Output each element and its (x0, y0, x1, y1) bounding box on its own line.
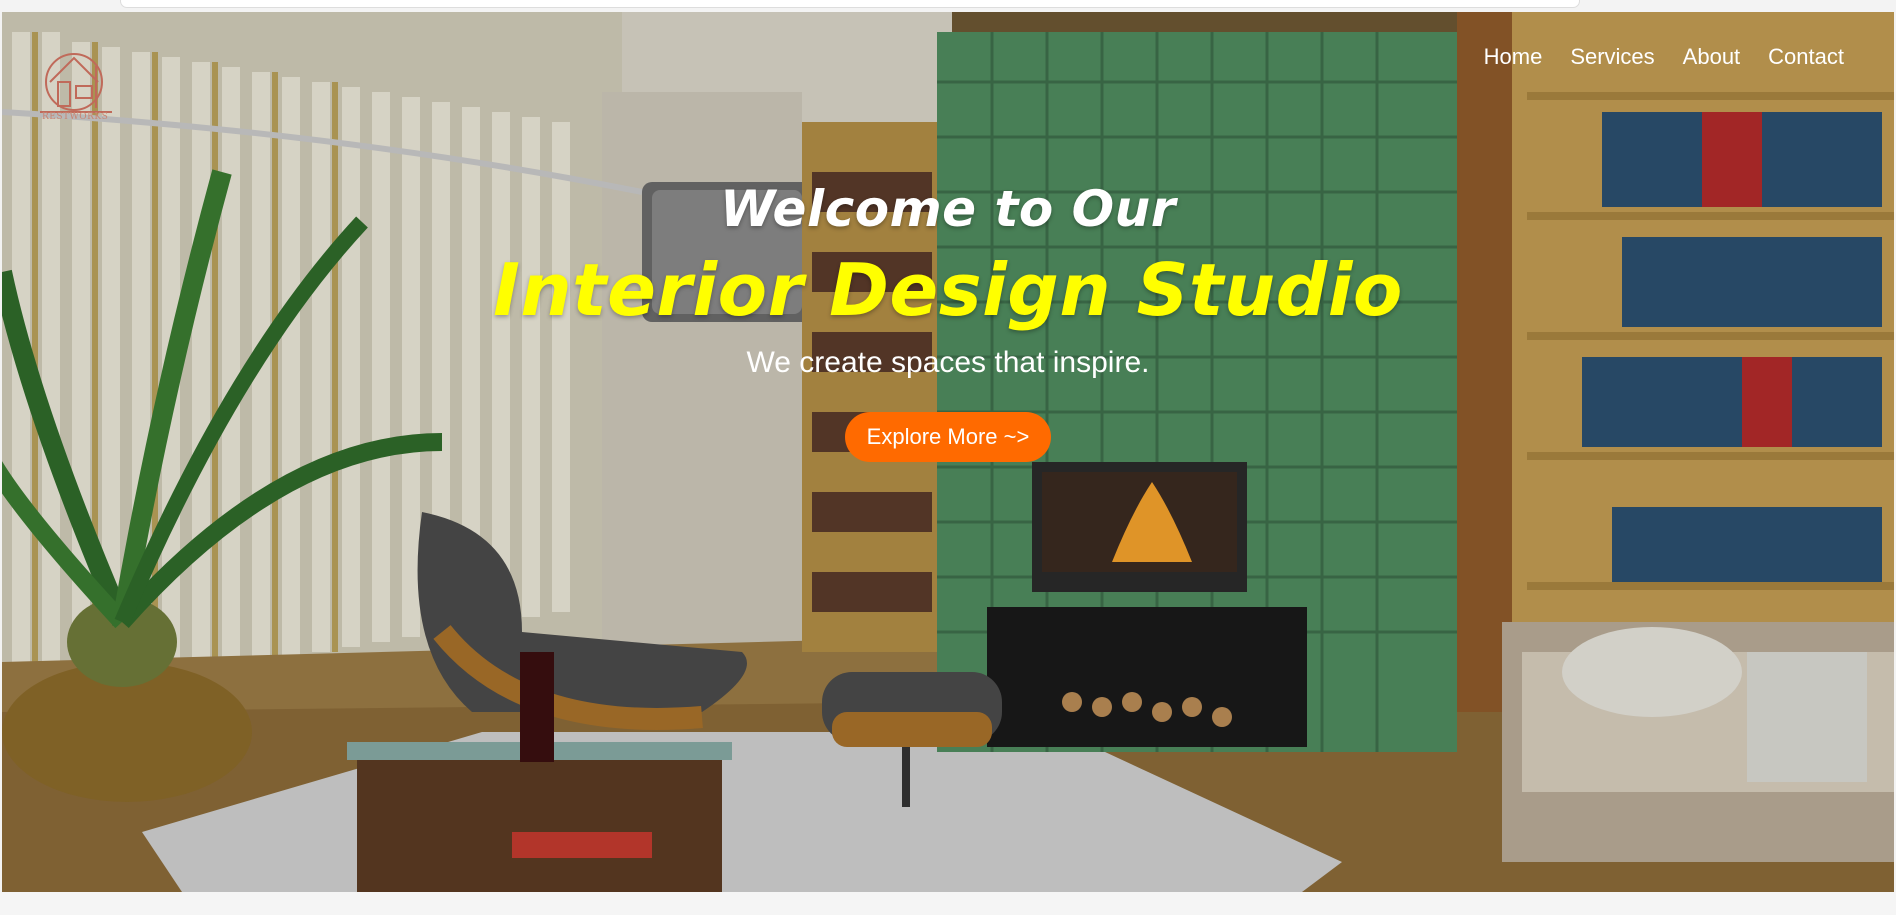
nav-home[interactable]: Home (1484, 44, 1543, 70)
nav-contact[interactable]: Contact (1768, 44, 1844, 70)
nav-services[interactable]: Services (1570, 44, 1654, 70)
hero-studio-heading: Interior Design Studio (493, 248, 1403, 332)
hero-section: RESTWORKS Home Services About Contact We… (2, 12, 1894, 892)
browser-top-strip (0, 0, 1896, 12)
hero-subtitle: We create spaces that inspire. (746, 346, 1150, 379)
hero-welcome-heading: Welcome to Our (720, 180, 1176, 238)
main-nav: Home Services About Contact (1484, 44, 1844, 70)
page-bottom-strip (0, 892, 1896, 915)
browser-address-bar[interactable] (120, 0, 1580, 8)
explore-more-button[interactable]: Explore More ~> (844, 412, 1052, 462)
hero-content: Welcome to Our Interior Design Studio We… (2, 180, 1894, 462)
logo-text: RESTWORKS (42, 112, 109, 122)
nav-about[interactable]: About (1683, 44, 1741, 70)
